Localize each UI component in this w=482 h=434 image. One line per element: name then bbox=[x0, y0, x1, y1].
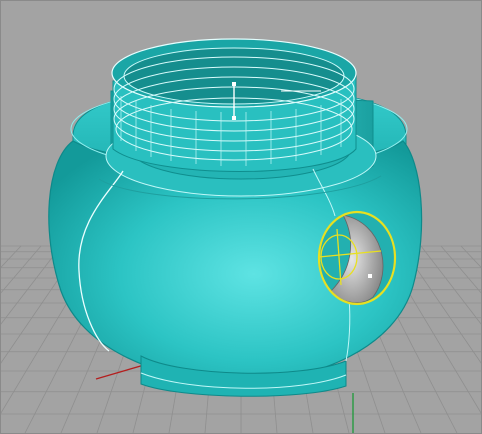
side-opening[interactable] bbox=[317, 210, 397, 306]
pivot-marker-point-bottom bbox=[232, 116, 236, 120]
viewport-canvas[interactable] bbox=[1, 1, 481, 433]
grid-line bbox=[1, 245, 22, 268]
grid-line bbox=[1, 245, 42, 294]
selection-center-point bbox=[368, 274, 372, 278]
grid-line bbox=[440, 245, 481, 294]
grid-line bbox=[420, 245, 481, 325]
jar-model[interactable] bbox=[48, 38, 423, 397]
screenshot-frame bbox=[0, 0, 482, 434]
grid-line bbox=[460, 245, 481, 268]
pivot-marker-point-top bbox=[232, 82, 236, 86]
perspective-viewport[interactable] bbox=[1, 1, 481, 433]
grid-line bbox=[1, 245, 62, 325]
